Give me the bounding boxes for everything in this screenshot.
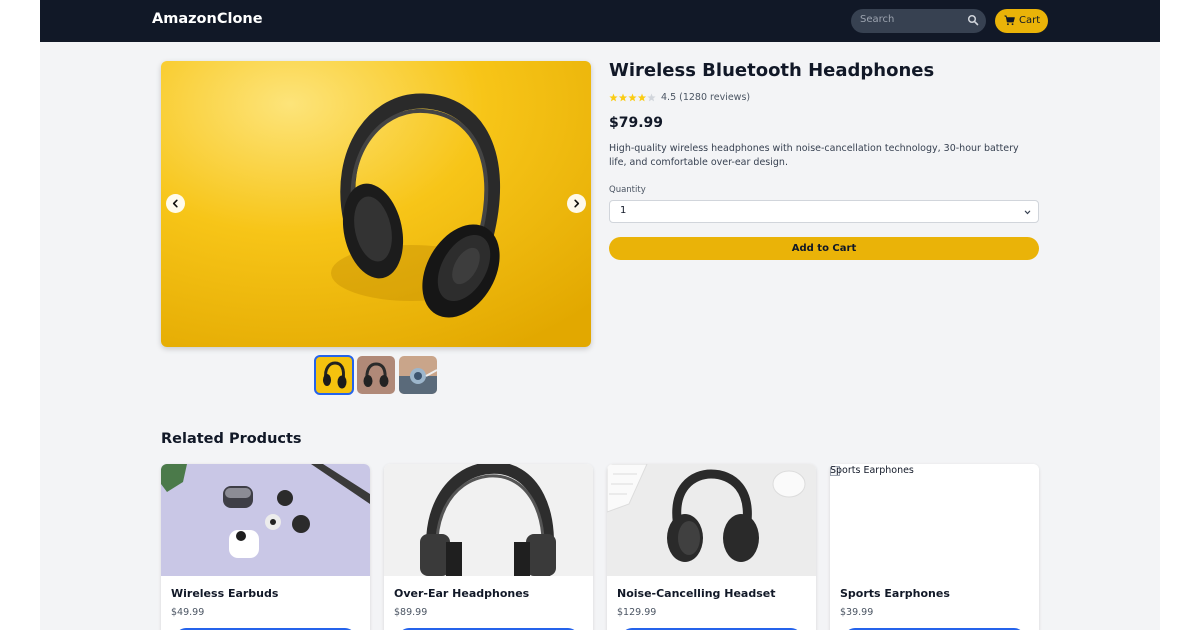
product-card-price: $89.99 [394, 607, 428, 618]
product-description: High-quality wireless headphones with no… [609, 143, 1019, 168]
chevron-right-icon [574, 199, 580, 208]
quantity-label: Quantity [609, 185, 646, 195]
product-card[interactable]: Over-Ear Headphones $89.99 [384, 464, 593, 630]
navbar: AmazonClone Search Cart [40, 0, 1160, 42]
product-card[interactable]: Noise-Cancelling Headset $129.99 [607, 464, 816, 630]
product-card-name[interactable]: Over-Ear Headphones [394, 587, 529, 600]
related-products-heading: Related Products [161, 431, 302, 447]
image-alt-text: Sports Earphones [830, 465, 914, 476]
thumbnail-2[interactable] [357, 356, 395, 394]
chevron-down-icon [1024, 210, 1031, 215]
thumbnail-headphones-yellow [315, 356, 353, 394]
product-card-name[interactable]: Noise-Cancelling Headset [617, 587, 776, 600]
brand-logo[interactable]: AmazonClone [152, 11, 263, 27]
cart-icon [1004, 15, 1015, 26]
thumbnail-3[interactable] [399, 356, 437, 394]
cart-label: Cart [1019, 15, 1041, 26]
headphones-photo [161, 61, 591, 347]
rating-text: 4.5 (1280 reviews) [661, 92, 751, 103]
search-placeholder: Search [860, 14, 895, 25]
star-icon [609, 93, 656, 102]
cart-button[interactable]: Cart [995, 9, 1048, 33]
product-card-name[interactable]: Sports Earphones [840, 587, 950, 600]
page: AmazonClone Search Cart Wireless Bluetoo… [40, 0, 1160, 630]
quantity-select[interactable]: 1 [609, 200, 1039, 223]
product-image-headset[interactable] [607, 464, 816, 576]
search-icon[interactable] [967, 14, 979, 26]
carousel-next-button[interactable] [567, 194, 586, 213]
product-main-image [161, 61, 591, 347]
product-title: Wireless Bluetooth Headphones [609, 60, 935, 81]
rating-stars [609, 93, 656, 102]
product-image-broken[interactable]: Sports Earphones [830, 464, 1039, 576]
thumbnail-1[interactable] [314, 355, 354, 395]
search-input[interactable]: Search [851, 9, 986, 33]
quantity-value: 1 [620, 205, 627, 216]
product-card-price: $39.99 [840, 607, 874, 618]
thumbnail-earphones [399, 356, 437, 394]
product-card[interactable]: Wireless Earbuds $49.99 [161, 464, 370, 630]
product-price: $79.99 [609, 115, 664, 131]
chevron-left-icon [172, 199, 178, 208]
add-to-cart-button[interactable]: Add to Cart [609, 237, 1039, 260]
product-card-price: $129.99 [617, 607, 657, 618]
product-card-price: $49.99 [171, 607, 205, 618]
carousel-prev-button[interactable] [166, 194, 185, 213]
product-image-earbuds[interactable] [161, 464, 370, 576]
product-card[interactable]: Sports Earphones Sports Earphones $39.99 [830, 464, 1039, 630]
product-image-over-ear[interactable] [384, 464, 593, 576]
product-card-name[interactable]: Wireless Earbuds [171, 587, 278, 600]
thumbnail-headphones-dark [357, 356, 395, 394]
